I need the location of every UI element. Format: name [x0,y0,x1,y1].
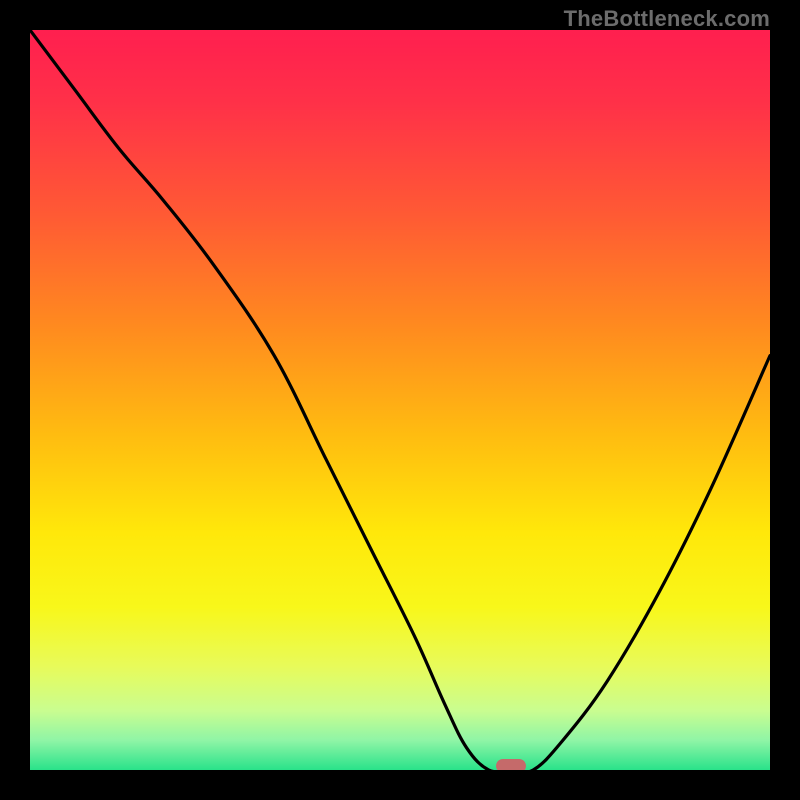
plot-area [30,30,770,770]
curve-layer [30,30,770,770]
chart-frame: TheBottleneck.com [0,0,800,800]
optimal-marker [496,759,526,770]
bottleneck-curve-path [30,30,770,770]
watermark-text: TheBottleneck.com [564,6,770,32]
